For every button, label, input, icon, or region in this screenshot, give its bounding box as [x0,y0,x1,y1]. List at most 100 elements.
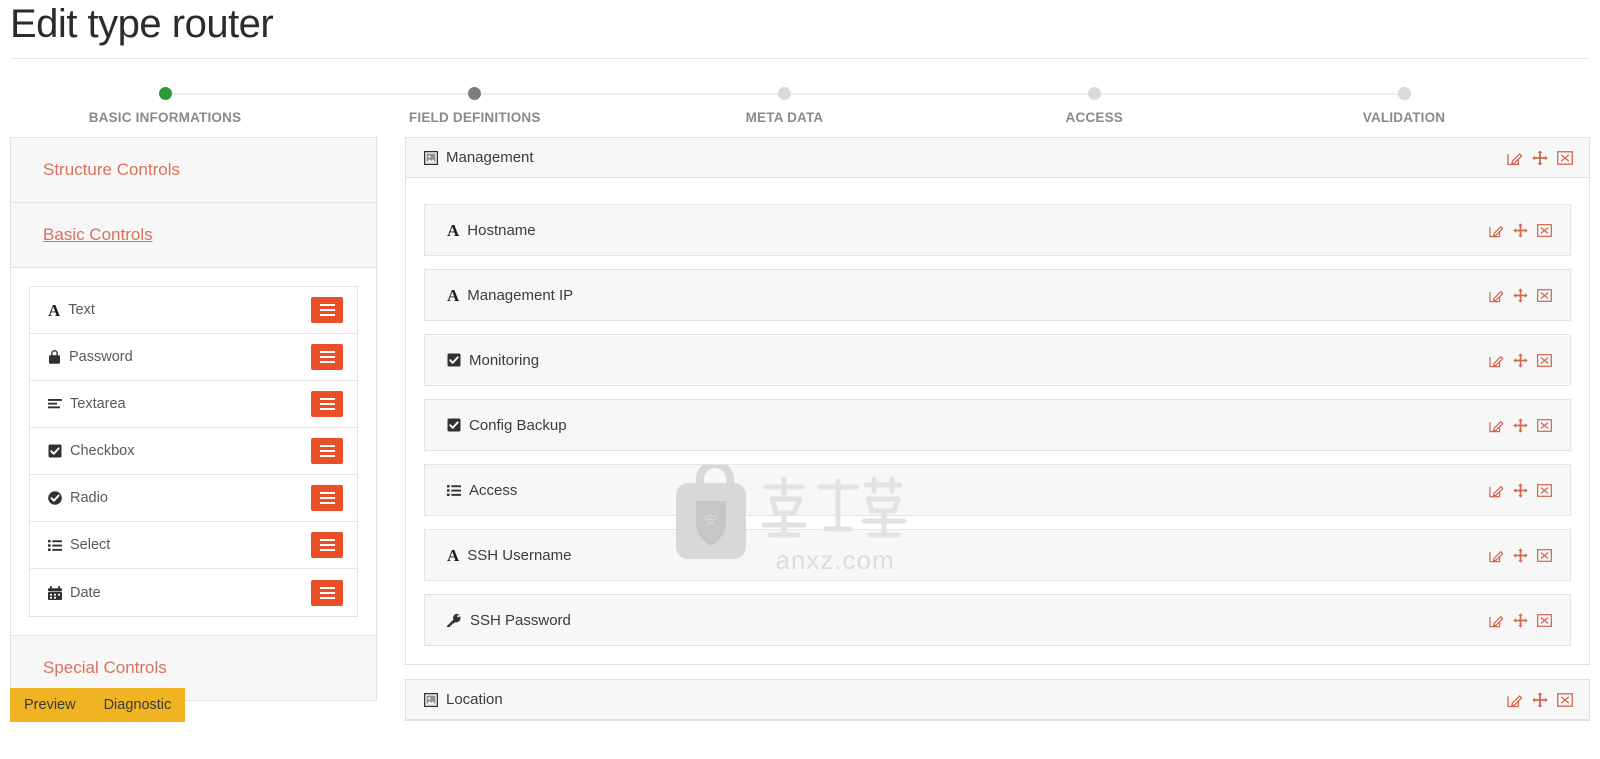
group-header[interactable]: Location [406,680,1589,720]
letter-a-icon: A [447,545,460,565]
edit-icon[interactable] [1507,692,1523,708]
sidebar-section-basic-controls[interactable]: Basic Controls [11,203,376,268]
row-actions [1489,547,1552,563]
move-icon[interactable] [1532,149,1548,166]
control-item-left: Radio [48,490,108,506]
field-row[interactable]: A SSH Username [424,529,1571,581]
control-item-label: Select [70,537,111,553]
drag-handle-icon[interactable] [311,532,343,558]
delete-icon[interactable] [1537,613,1552,628]
move-icon[interactable] [1513,547,1528,563]
control-item-left: Select [48,537,110,553]
step-dot-icon [1087,87,1101,100]
field-label: A SSH Username [447,547,571,564]
control-item-label: Password [69,349,133,365]
control-item-left: Textarea [48,396,126,412]
row-actions [1489,612,1552,628]
drag-handle-icon[interactable] [311,297,343,323]
edit-icon[interactable] [1489,288,1504,303]
control-item[interactable]: Textarea [30,381,357,428]
edit-icon[interactable] [1489,548,1504,563]
control-item-left: Password [48,349,133,365]
delete-icon[interactable] [1537,548,1552,563]
control-item[interactable]: Checkbox [30,428,357,475]
align-left-icon [48,398,62,411]
step-label: VALIDATION [1362,110,1446,125]
drag-handle-icon[interactable] [311,485,343,511]
list-ul-icon [48,539,62,552]
move-icon[interactable] [1513,222,1528,238]
group-title: Location [424,691,503,708]
field-row[interactable]: Access [424,464,1571,516]
move-icon[interactable] [1513,612,1528,628]
stepper-step-3[interactable]: META DATA [675,73,895,125]
control-item[interactable]: Radio [30,475,357,522]
edit-icon[interactable] [1507,150,1523,166]
checkbox-checked-icon [447,353,461,367]
step-dot-icon [778,87,791,100]
drag-handle-icon[interactable] [311,391,343,417]
field-row[interactable]: A Hostname [424,204,1571,256]
field-label-text: Hostname [467,221,536,239]
stepper-step-1[interactable]: BASIC INFORMATIONS [55,73,275,125]
row-actions [1489,482,1552,498]
control-item-label: Textarea [70,396,126,412]
move-icon[interactable] [1513,482,1528,498]
row-actions [1489,417,1552,433]
edit-icon[interactable] [1489,353,1504,368]
delete-icon[interactable] [1537,353,1552,368]
move-icon[interactable] [1532,691,1548,708]
delete-icon[interactable] [1537,418,1552,433]
control-item-label: Date [70,584,101,601]
field-row[interactable]: A Management IP [424,269,1571,321]
group-panel: Location [405,679,1590,721]
row-actions [1489,287,1552,303]
preview-button[interactable]: Preview [10,688,90,722]
move-icon[interactable] [1513,417,1528,433]
delete-icon[interactable] [1557,150,1573,166]
group-panel: Management A Hostname A Management IP Monitor… [405,137,1590,665]
edit-icon[interactable] [1489,613,1504,628]
checkbox-checked-icon [48,444,62,458]
field-label-text: SSH Password [470,611,571,629]
row-actions [1507,149,1573,166]
edit-icon[interactable] [1489,418,1504,433]
field-label-text: Management IP [467,286,574,304]
field-row[interactable]: Config Backup [424,399,1571,451]
diagnostic-button[interactable]: Diagnostic [90,688,186,722]
stepper-step-2[interactable]: FIELD DEFINITIONS [365,73,585,125]
step-dot-icon [158,87,172,100]
drag-handle-icon[interactable] [311,344,343,370]
field-row[interactable]: SSH Password [424,594,1571,646]
row-actions [1507,691,1573,708]
stepper-step-4[interactable]: ACCESS [984,73,1204,125]
key-icon [447,613,462,627]
stepper-step-5[interactable]: VALIDATION [1294,73,1514,125]
sidebar-action-bar: Preview Diagnostic [10,688,186,722]
move-icon[interactable] [1513,287,1528,303]
control-item[interactable]: A Text [30,287,357,334]
group-header[interactable]: Management [406,138,1589,178]
group-title: Management [424,149,534,166]
control-item-label: Checkbox [70,443,135,459]
move-icon[interactable] [1513,352,1528,368]
control-item[interactable]: Date [30,569,357,616]
group-title-label: Management [446,149,534,166]
letter-a-icon: A [447,220,460,240]
checkbox-checked-icon [447,418,461,432]
control-item[interactable]: Password [30,334,357,381]
drag-handle-icon[interactable] [311,579,343,606]
field-row[interactable]: Monitoring [424,334,1571,386]
delete-icon[interactable] [1537,223,1552,238]
control-item-left: Checkbox [48,443,134,459]
control-item[interactable]: Select [30,522,357,569]
edit-icon[interactable] [1489,223,1504,238]
delete-icon[interactable] [1557,692,1573,708]
sidebar-section-structure-controls[interactable]: Structure Controls [11,138,376,203]
edit-icon[interactable] [1489,483,1504,498]
control-item-left: Date [48,585,101,601]
control-item-left: A Text [48,302,95,319]
delete-icon[interactable] [1537,288,1552,303]
delete-icon[interactable] [1537,483,1552,498]
drag-handle-icon[interactable] [311,438,343,464]
